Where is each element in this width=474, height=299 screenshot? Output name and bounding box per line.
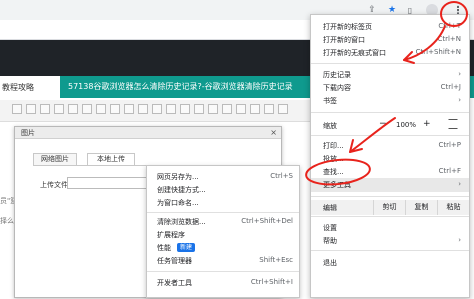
submenu-item-extensions[interactable]: 扩展程序 bbox=[147, 229, 299, 241]
close-icon[interactable]: × bbox=[270, 127, 277, 139]
paste-button[interactable]: 粘贴 bbox=[437, 200, 469, 215]
menu-divider bbox=[311, 250, 469, 251]
menu-item-help[interactable]: 帮助 › bbox=[311, 234, 469, 247]
editor-tool-button[interactable] bbox=[208, 104, 218, 114]
editor-tool-button[interactable] bbox=[54, 104, 64, 114]
editor-tool-button[interactable] bbox=[194, 104, 204, 114]
chevron-right-icon: › bbox=[458, 236, 461, 244]
upload-file-label: 上传文件 bbox=[40, 181, 68, 189]
editor-tool-button[interactable] bbox=[68, 104, 78, 114]
menu-divider bbox=[147, 212, 299, 213]
editor-tool-button[interactable] bbox=[278, 104, 288, 114]
copy-button[interactable]: 复制 bbox=[405, 200, 437, 215]
fullscreen-icon[interactable] bbox=[448, 119, 458, 129]
editor-tool-button[interactable] bbox=[166, 104, 176, 114]
background-text: 择么 bbox=[0, 217, 14, 225]
menu-item-print[interactable]: 打印... Ctrl+P bbox=[311, 139, 469, 152]
upload-file-input[interactable] bbox=[67, 177, 157, 189]
editor-tool-button[interactable] bbox=[110, 104, 120, 114]
menu-divider bbox=[311, 135, 469, 136]
more-tools-submenu: 网页另存为... Ctrl+S 创建快捷方式... 为窗口命名... 清除浏览数… bbox=[146, 165, 300, 298]
new-badge: 新建 bbox=[177, 243, 196, 252]
chevron-right-icon: › bbox=[458, 70, 461, 78]
menu-item-more-tools[interactable]: 更多工具 › bbox=[311, 178, 469, 192]
menu-item-find[interactable]: 查找... Ctrl+F bbox=[311, 165, 469, 178]
zoom-out-button[interactable]: − bbox=[379, 119, 387, 129]
editor-tool-button[interactable] bbox=[82, 104, 92, 114]
edit-controls: 编辑 剪切 复制 粘贴 bbox=[311, 200, 469, 215]
editor-tool-button[interactable] bbox=[236, 104, 246, 114]
dialog-title-text: 图片 bbox=[21, 129, 35, 137]
zoom-label: 缩放 bbox=[323, 122, 337, 130]
menu-item-history[interactable]: 历史记录 › bbox=[311, 68, 469, 81]
editor-tool-button[interactable] bbox=[138, 104, 148, 114]
menu-item-bookmarks[interactable]: 书签 › bbox=[311, 94, 469, 107]
menu-item-cast[interactable]: 投放... bbox=[311, 152, 469, 165]
editor-tool-button[interactable] bbox=[12, 104, 22, 114]
nav-tab-guides[interactable]: 教程攻略 bbox=[0, 76, 60, 98]
submenu-item-clear-data[interactable]: 清除浏览数据... Ctrl+Shift+Del bbox=[147, 216, 299, 228]
article-title[interactable]: 57138谷歌浏览器怎么清除历史记录?-谷歌浏览器清除历史记录 bbox=[68, 81, 293, 92]
menu-divider bbox=[311, 112, 469, 113]
editor-tool-button[interactable] bbox=[250, 104, 260, 114]
submenu-item-name-window[interactable]: 为窗口命名... bbox=[147, 197, 299, 209]
zoom-value: 100% bbox=[396, 121, 417, 129]
editor-tool-button[interactable] bbox=[180, 104, 190, 114]
submenu-item-performance[interactable]: 性能 新建 bbox=[147, 242, 299, 254]
editor-tool-button[interactable] bbox=[222, 104, 232, 114]
chevron-right-icon: › bbox=[458, 180, 461, 188]
cut-button[interactable]: 剪切 bbox=[373, 200, 405, 215]
menu-item-new-tab[interactable]: 打开新的标签页 Ctrl+T bbox=[311, 20, 469, 33]
menu-item-exit[interactable]: 退出 bbox=[311, 256, 469, 269]
editor-tool-button[interactable] bbox=[264, 104, 274, 114]
menu-item-new-window[interactable]: 打开新的窗口 Ctrl+N bbox=[311, 33, 469, 46]
editor-tool-button[interactable] bbox=[152, 104, 162, 114]
editor-tool-button[interactable] bbox=[26, 104, 36, 114]
editor-toolbar bbox=[0, 100, 310, 122]
menu-item-downloads[interactable]: 下载内容 Ctrl+J bbox=[311, 81, 469, 94]
submenu-item-devtools[interactable]: 开发者工具 Ctrl+Shift+I bbox=[147, 277, 299, 289]
edit-label: 编辑 bbox=[323, 204, 337, 212]
zoom-in-button[interactable]: + bbox=[423, 119, 431, 129]
menu-item-incognito[interactable]: 打开新的无痕式窗口 Ctrl+Shift+N bbox=[311, 46, 469, 59]
submenu-item-task-manager[interactable]: 任务管理器 Shift+Esc bbox=[147, 255, 299, 267]
editor-tool-button[interactable] bbox=[124, 104, 134, 114]
chrome-main-menu: 打开新的标签页 Ctrl+T 打开新的窗口 Ctrl+N 打开新的无痕式窗口 C… bbox=[310, 14, 470, 298]
submenu-item-create-shortcut[interactable]: 创建快捷方式... bbox=[147, 184, 299, 196]
menu-item-settings[interactable]: 设置 bbox=[311, 221, 469, 234]
editor-tool-button[interactable] bbox=[40, 104, 50, 114]
dialog-title: 图片 × bbox=[15, 127, 281, 139]
menu-divider bbox=[147, 271, 299, 272]
menu-divider bbox=[311, 196, 469, 197]
menu-divider bbox=[311, 63, 469, 64]
submenu-item-save-page[interactable]: 网页另存为... Ctrl+S bbox=[147, 171, 299, 183]
menu-divider bbox=[311, 216, 469, 217]
zoom-controls: 缩放 − 100% + bbox=[311, 118, 469, 132]
chevron-right-icon: › bbox=[458, 96, 461, 104]
editor-tool-button[interactable] bbox=[96, 104, 106, 114]
